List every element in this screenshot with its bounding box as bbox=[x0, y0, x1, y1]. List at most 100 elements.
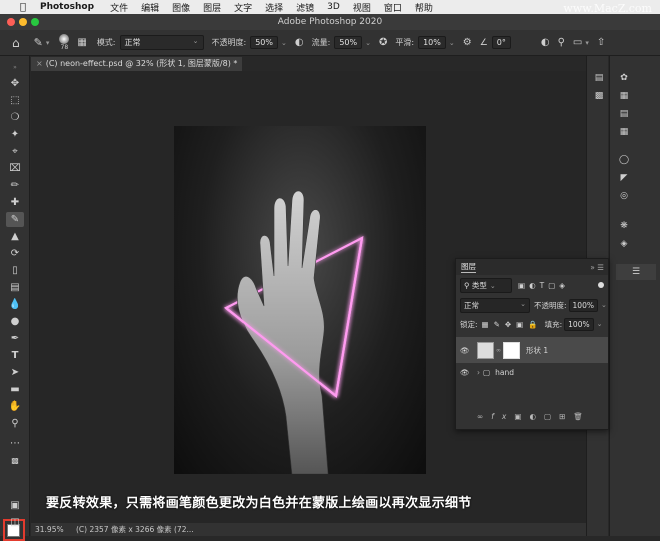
menu-window[interactable]: 窗口 bbox=[384, 1, 402, 14]
workspace-icon[interactable]: ▭ ▾ bbox=[573, 37, 589, 48]
layer-row-shape1[interactable]: 👁 ∞ 形状 1 bbox=[456, 337, 608, 363]
adjustment-layer-icon[interactable]: ◐ bbox=[529, 412, 544, 421]
menu-file[interactable]: 文件 bbox=[110, 1, 128, 14]
eyedropper-tool-icon[interactable]: ✏ bbox=[6, 178, 24, 193]
pressure-opacity-icon[interactable]: ◐ bbox=[295, 37, 304, 48]
menu-help[interactable]: 帮助 bbox=[415, 1, 433, 14]
share-icon[interactable]: ⇧ bbox=[597, 37, 605, 48]
filter-toggle-icon[interactable] bbox=[598, 282, 604, 288]
learn-panel-icon[interactable]: ◯ bbox=[618, 154, 630, 166]
brush-preset-picker[interactable]: 78 bbox=[59, 33, 70, 52]
patterns-panel-icon[interactable]: ▦ bbox=[618, 126, 630, 138]
marquee-tool-icon[interactable]: ⬚ bbox=[6, 93, 24, 108]
fx-icon[interactable]: fx bbox=[491, 412, 514, 421]
dodge-tool-icon[interactable]: ● bbox=[6, 314, 24, 329]
eye-icon[interactable]: 👁 bbox=[460, 346, 472, 355]
chevron-down-icon[interactable]: ⌄ bbox=[597, 320, 603, 328]
quick-select-tool-icon[interactable]: ✦ bbox=[6, 127, 24, 142]
hand-tool-icon[interactable]: ✋ bbox=[6, 399, 24, 414]
new-group-icon[interactable]: ▢ bbox=[544, 412, 559, 421]
lock-icons[interactable]: ▦✎✥▣🔒 bbox=[482, 320, 543, 329]
menu-app-name[interactable]: Photoshop bbox=[40, 2, 94, 12]
eye-icon[interactable]: 👁 bbox=[460, 368, 472, 377]
mode-select[interactable]: 正常 ⌄ bbox=[119, 35, 204, 50]
lasso-tool-icon[interactable]: ❍ bbox=[6, 110, 24, 125]
filter-kind-select[interactable]: ⚲ 类型 ⌄ bbox=[460, 277, 512, 293]
brush-tool-icon[interactable]: ✎ ▾ bbox=[34, 36, 50, 49]
filter-icons[interactable]: ▣◐T▢◈ bbox=[518, 281, 569, 290]
delete-layer-icon[interactable]: 🗑 bbox=[573, 412, 591, 421]
frame-tool-icon[interactable]: ⌧ bbox=[6, 161, 24, 176]
chevron-down-icon[interactable]: ⌄ bbox=[449, 39, 455, 47]
paths-panel-icon[interactable]: ◈ bbox=[618, 238, 630, 250]
libraries-panel-icon[interactable]: ◎ bbox=[618, 190, 630, 202]
info-panel-icon[interactable]: ▤ bbox=[593, 72, 605, 84]
brush-settings-icon[interactable]: ▦ bbox=[77, 37, 86, 48]
healing-brush-tool-icon[interactable]: ✚ bbox=[6, 195, 24, 210]
home-icon[interactable]: ⌂ bbox=[12, 36, 20, 50]
navigator-panel-icon[interactable]: ▩ bbox=[593, 90, 605, 102]
smoothing-field[interactable]: 10% bbox=[418, 36, 446, 49]
opacity-field[interactable]: 50% bbox=[250, 36, 278, 49]
document-info[interactable]: (C) 2357 像素 x 3266 像素 (72... bbox=[76, 525, 194, 534]
chevron-down-icon[interactable]: ⌄ bbox=[601, 301, 607, 309]
menu-edit[interactable]: 编辑 bbox=[141, 1, 159, 14]
menu-layer[interactable]: 图层 bbox=[203, 1, 221, 14]
swatches-panel-icon[interactable]: ▦ bbox=[618, 90, 630, 102]
brush-tool-icon[interactable]: ✎ bbox=[6, 212, 24, 227]
eraser-tool-icon[interactable]: ▯ bbox=[6, 263, 24, 278]
close-window-icon[interactable] bbox=[7, 18, 15, 26]
layer-row-hand[interactable]: 👁 › ▢ hand bbox=[456, 363, 608, 381]
menu-image[interactable]: 图像 bbox=[172, 1, 190, 14]
angle-field[interactable]: 0° bbox=[491, 36, 511, 49]
pen-tool-icon[interactable]: ✒ bbox=[6, 331, 24, 346]
default-colors-icon[interactable]: ▩ bbox=[6, 453, 24, 468]
move-tool-icon[interactable]: ✥ bbox=[6, 76, 24, 91]
menu-filter[interactable]: 滤镜 bbox=[296, 1, 314, 14]
zoom-level[interactable]: 31.95% bbox=[35, 525, 64, 534]
toolbar-grip-icon[interactable]: » bbox=[6, 60, 24, 75]
close-tab-icon[interactable]: × bbox=[36, 59, 43, 68]
gradients-panel-icon[interactable]: ▤ bbox=[618, 108, 630, 120]
more-tools-icon[interactable]: ⋯ bbox=[6, 436, 24, 451]
screen-mode-icon[interactable]: ◫ bbox=[6, 515, 24, 530]
link-icon[interactable]: ∞ bbox=[496, 347, 501, 354]
crop-tool-icon[interactable]: ⌖ bbox=[6, 144, 24, 159]
airbrush-icon[interactable]: ✪ bbox=[379, 37, 387, 48]
rectangle-tool-icon[interactable]: ▬ bbox=[6, 382, 24, 397]
menu-3d[interactable]: 3D bbox=[327, 2, 340, 12]
menu-type[interactable]: 文字 bbox=[234, 1, 252, 14]
document-tab[interactable]: × (C) neon-effect.psd @ 32% (形状 1, 图层蒙版/8… bbox=[31, 57, 242, 71]
layers-panel-icon[interactable]: ☰ bbox=[616, 264, 656, 280]
fill-field[interactable]: 100% bbox=[564, 317, 594, 331]
clone-stamp-tool-icon[interactable]: ▲ bbox=[6, 229, 24, 244]
chevron-down-icon[interactable]: ⌄ bbox=[281, 39, 287, 47]
apple-icon[interactable]:  bbox=[16, 2, 30, 13]
zoom-window-icon[interactable] bbox=[31, 18, 39, 26]
path-select-tool-icon[interactable]: ➤ bbox=[6, 365, 24, 380]
search-icon[interactable]: ⚲ bbox=[558, 37, 565, 48]
gradient-tool-icon[interactable]: ▤ bbox=[6, 280, 24, 295]
blend-mode-select[interactable]: 正常 ⌄ bbox=[460, 297, 530, 313]
channels-panel-icon[interactable]: ❋ bbox=[618, 220, 630, 232]
layer-opacity-field[interactable]: 100% bbox=[568, 298, 598, 312]
link-layers-icon[interactable]: ∞ bbox=[477, 412, 491, 421]
document-canvas[interactable] bbox=[174, 126, 426, 474]
minimize-window-icon[interactable] bbox=[19, 18, 27, 26]
adjustments-panel-icon[interactable]: ◤ bbox=[618, 172, 630, 184]
gear-icon[interactable]: ⚙ bbox=[463, 37, 472, 48]
color-panel-icon[interactable]: ✿ bbox=[618, 72, 630, 84]
quick-mask-icon[interactable]: ▣ bbox=[6, 498, 24, 513]
type-tool-icon[interactable]: T bbox=[6, 348, 24, 363]
history-brush-tool-icon[interactable]: ⟳ bbox=[6, 246, 24, 261]
collapse-panel-icon[interactable]: » ☰ bbox=[590, 263, 604, 272]
flow-field[interactable]: 50% bbox=[334, 36, 363, 49]
zoom-tool-icon[interactable]: ⚲ bbox=[6, 416, 24, 431]
menu-view[interactable]: 视图 bbox=[353, 1, 371, 14]
new-layer-icon[interactable]: ⊞ bbox=[559, 412, 573, 421]
chevron-down-icon[interactable]: ⌄ bbox=[365, 39, 371, 47]
pressure-size-icon[interactable]: ◐ bbox=[541, 37, 550, 48]
menu-select[interactable]: 选择 bbox=[265, 1, 283, 14]
chevron-right-icon[interactable]: › bbox=[477, 368, 480, 377]
blur-tool-icon[interactable]: 💧 bbox=[6, 297, 24, 312]
